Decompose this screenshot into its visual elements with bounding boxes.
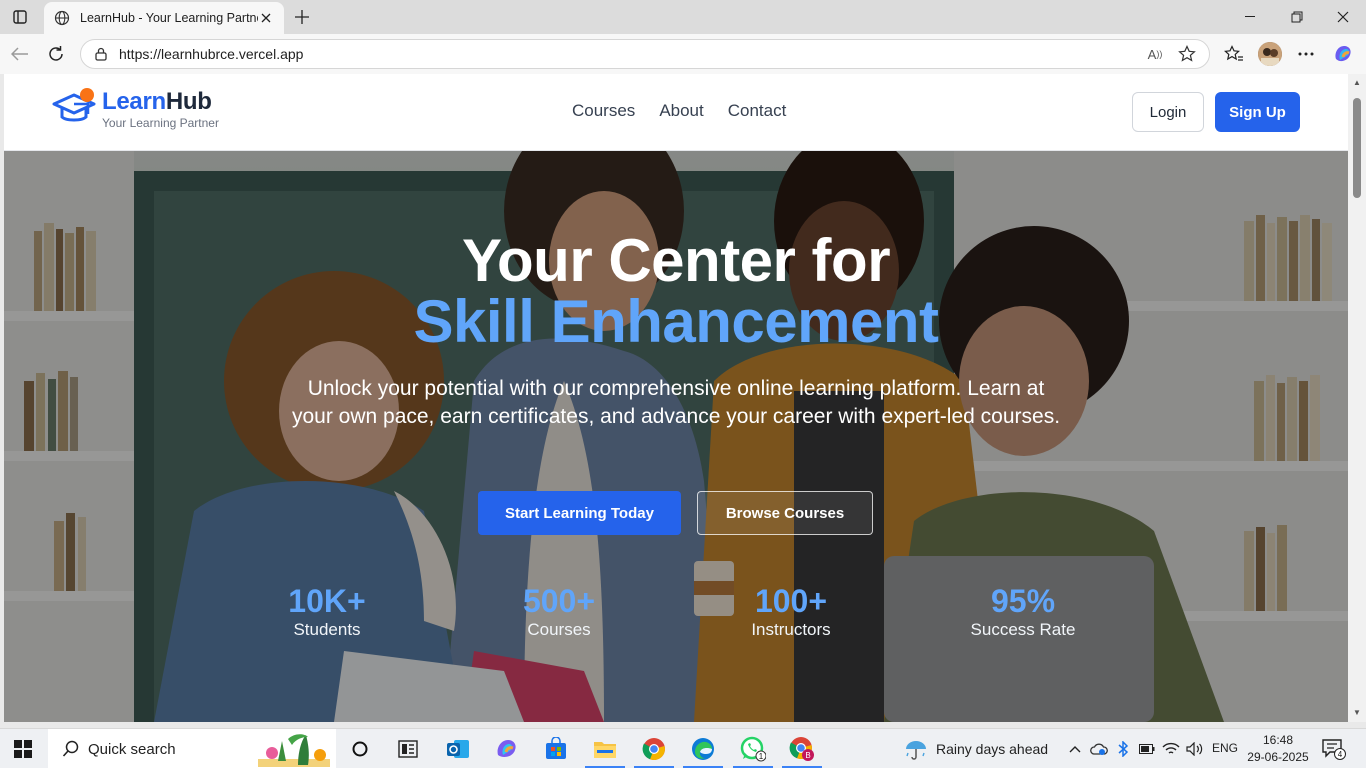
whatsapp-badge: 1 bbox=[759, 752, 764, 761]
wifi-icon[interactable] bbox=[1162, 740, 1180, 758]
logo-name-learn: Learn bbox=[102, 88, 166, 115]
logo-name-hub: Hub bbox=[165, 88, 212, 115]
stat-students: 10K+ Students bbox=[227, 583, 427, 641]
graduation-cap-icon bbox=[52, 88, 96, 128]
stat-label: Success Rate bbox=[970, 620, 1076, 639]
show-hidden-icons-chevron-icon[interactable] bbox=[1066, 740, 1084, 758]
stat-label: Students bbox=[293, 620, 361, 639]
minimize-icon[interactable] bbox=[1228, 0, 1274, 34]
stat-label: Instructors bbox=[751, 620, 831, 639]
refresh-icon[interactable] bbox=[44, 42, 68, 66]
globe-icon bbox=[54, 10, 70, 26]
read-aloud-icon[interactable]: A)) bbox=[1145, 44, 1165, 64]
search-highlight-illustration-icon bbox=[258, 734, 330, 767]
logo-name: LearnHub bbox=[102, 88, 219, 116]
input-language[interactable]: ENG bbox=[1212, 741, 1238, 755]
stat-instructors: 100+ Instructors bbox=[691, 583, 891, 641]
taskbar-search-box[interactable]: Quick search bbox=[48, 729, 336, 768]
battery-icon[interactable] bbox=[1138, 740, 1156, 758]
site-logo[interactable]: LearnHub Your Learning Partner bbox=[52, 88, 219, 130]
site-info-icon[interactable] bbox=[93, 46, 109, 62]
hero-title-line1: Your Center for bbox=[461, 227, 891, 294]
windows-start-icon[interactable] bbox=[14, 740, 32, 758]
stat-value: 100+ bbox=[754, 583, 828, 619]
umbrella-rain-icon bbox=[906, 741, 926, 760]
widgets-icon[interactable] bbox=[394, 735, 422, 763]
chrome-profile-icon[interactable]: B bbox=[782, 735, 822, 768]
hero-subtitle: Unlock your potential with our comprehen… bbox=[291, 377, 1061, 428]
search-placeholder: Quick search bbox=[88, 740, 176, 758]
whatsapp-icon[interactable]: 1 bbox=[733, 735, 773, 768]
nav-link-about[interactable]: About bbox=[659, 101, 703, 121]
login-button[interactable]: Login bbox=[1132, 92, 1204, 132]
windows-taskbar: Quick search 1 B Rainy days ahead ENG 16… bbox=[0, 728, 1366, 768]
clock-time: 16:48 bbox=[1262, 733, 1294, 747]
browser-tab-bar: LearnHub - Your Learning Partner bbox=[0, 0, 1366, 34]
outlook-icon[interactable] bbox=[444, 735, 472, 763]
scrollbar-thumb[interactable] bbox=[1353, 98, 1361, 198]
url-text[interactable]: https://learnhubrce.vercel.app bbox=[119, 46, 1145, 62]
copilot-icon[interactable] bbox=[1332, 43, 1354, 65]
notification-count: 4 bbox=[1338, 750, 1343, 759]
nav-link-courses[interactable]: Courses bbox=[572, 101, 635, 121]
page-scrollbar[interactable]: ▲ ▼ bbox=[1348, 74, 1366, 722]
stat-value: 95% bbox=[990, 583, 1056, 619]
start-learning-button[interactable]: Start Learning Today bbox=[478, 491, 681, 535]
chrome-icon[interactable] bbox=[634, 735, 674, 768]
scroll-up-arrow-icon[interactable]: ▲ bbox=[1352, 78, 1362, 88]
nav-link-contact[interactable]: Contact bbox=[728, 101, 787, 121]
profile-avatar[interactable] bbox=[1258, 42, 1282, 66]
svg-text:B: B bbox=[805, 751, 810, 760]
tab-title: LearnHub - Your Learning Partner bbox=[80, 11, 258, 25]
task-view-icon[interactable] bbox=[346, 735, 374, 763]
signup-button[interactable]: Sign Up bbox=[1215, 92, 1300, 132]
bluetooth-icon[interactable] bbox=[1114, 740, 1132, 758]
notification-center-icon[interactable]: 4 bbox=[1322, 738, 1346, 760]
address-bar[interactable]: https://learnhubrce.vercel.app A)) bbox=[80, 39, 1210, 69]
stat-success-rate: 95% Success Rate bbox=[923, 583, 1123, 641]
site-header: LearnHub Your Learning Partner Courses A… bbox=[4, 74, 1348, 151]
close-window-icon[interactable] bbox=[1320, 0, 1366, 34]
favorites-icon[interactable] bbox=[1223, 43, 1245, 65]
edge-icon[interactable] bbox=[683, 735, 723, 768]
volume-icon[interactable] bbox=[1186, 740, 1204, 758]
taskbar-clock[interactable]: 16:48 29-06-2025 bbox=[1246, 732, 1310, 766]
back-arrow-icon[interactable] bbox=[8, 42, 32, 66]
tab-actions-icon[interactable] bbox=[11, 8, 29, 26]
stat-value: 500+ bbox=[522, 583, 596, 619]
stat-value: 10K+ bbox=[288, 583, 366, 619]
logo-tagline: Your Learning Partner bbox=[102, 116, 219, 130]
browser-toolbar: https://learnhubrce.vercel.app A)) bbox=[0, 34, 1366, 74]
weather-text: Rainy days ahead bbox=[936, 741, 1049, 757]
search-icon bbox=[62, 740, 79, 757]
hero-title-line2: Skill Enhancement bbox=[413, 288, 940, 355]
clock-date: 29-06-2025 bbox=[1247, 750, 1309, 764]
browser-tab[interactable]: LearnHub - Your Learning Partner bbox=[44, 2, 284, 34]
close-tab-icon[interactable] bbox=[258, 10, 274, 26]
file-explorer-icon[interactable] bbox=[585, 735, 625, 768]
favorite-star-icon[interactable] bbox=[1177, 44, 1197, 64]
page-viewport: LearnHub Your Learning Partner Courses A… bbox=[4, 74, 1348, 722]
main-nav: Courses About Contact bbox=[572, 101, 786, 121]
scroll-down-arrow-icon[interactable]: ▼ bbox=[1352, 708, 1362, 718]
new-tab-icon[interactable] bbox=[291, 6, 313, 28]
restore-icon[interactable] bbox=[1274, 0, 1320, 34]
stat-label: Courses bbox=[527, 620, 591, 639]
copilot-app-icon[interactable] bbox=[493, 735, 521, 763]
stat-courses: 500+ Courses bbox=[459, 583, 659, 641]
microsoft-store-icon[interactable] bbox=[542, 735, 570, 763]
more-menu-icon[interactable] bbox=[1295, 43, 1317, 65]
browse-courses-button[interactable]: Browse Courses bbox=[697, 491, 873, 535]
onedrive-icon[interactable] bbox=[1090, 740, 1108, 758]
hero-section: Your Center for Skill Enhancement Unlock… bbox=[4, 151, 1348, 722]
weather-widget[interactable]: Rainy days ahead bbox=[904, 737, 1048, 761]
